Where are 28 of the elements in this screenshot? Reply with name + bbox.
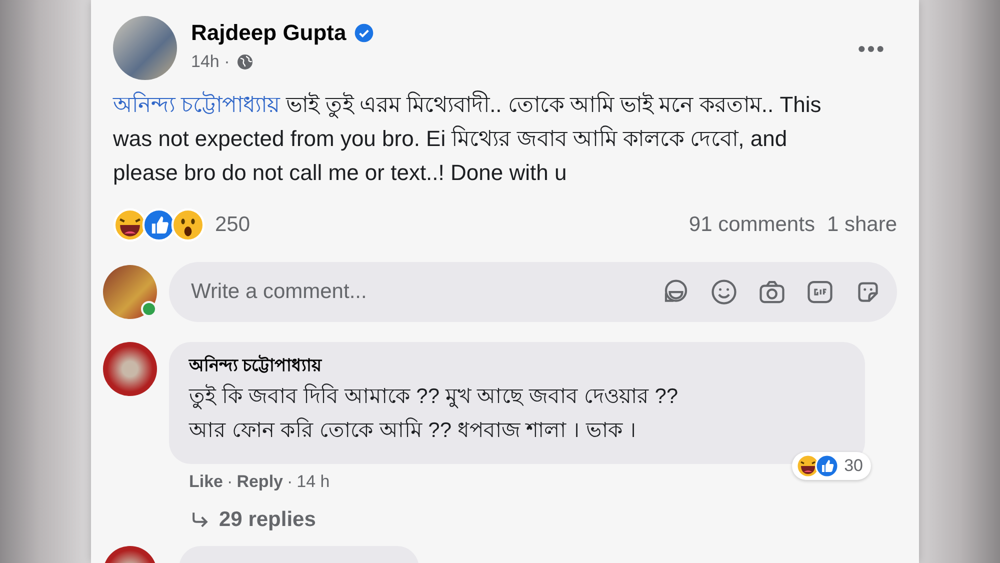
author-name[interactable]: Rajdeep Gupta xyxy=(191,20,346,46)
comment-box[interactable]: Write a comment... xyxy=(169,262,897,322)
comments-count-link[interactable]: 91 comments xyxy=(688,213,815,237)
like-link[interactable]: Like xyxy=(189,472,224,492)
reaction-count[interactable]: 250 xyxy=(215,213,250,237)
separator-dot: · xyxy=(287,472,293,492)
shares-count-link[interactable]: 1 share xyxy=(826,213,897,237)
more-options-icon[interactable] xyxy=(857,44,885,54)
post-time[interactable]: 14h · xyxy=(191,52,230,72)
view-replies-link[interactable]: 29 replies xyxy=(189,508,897,532)
mention-link[interactable]: অনিন্দ্য চট্টোপাধ্যায় xyxy=(113,92,280,117)
laughing-emoji-icon xyxy=(113,208,147,242)
post-text: অনিন্দ্য চট্টোপাধ্যায় ভাই তুই এরম মিথ্যেবাদী.. তোকে আমি ভাই মনে করতাম.. This was not expected from you bro. Ei মিথ্যের জবাব আমি কালকে দেবো, and please bro do not call me or text..! Done with u xyxy=(113,90,822,187)
commenter-name[interactable]: অনিন্দ্য চট্টোপাধ্যায় xyxy=(189,352,815,380)
thumbs-up-icon xyxy=(142,208,176,242)
user-avatar-photo xyxy=(103,265,157,319)
separator-dot: · xyxy=(227,472,233,492)
comment-text: আর ফোন করি তোকে আমি ?? ধপবাজ শালা । ভাক । xyxy=(189,416,638,444)
commenter-avatar-photo xyxy=(103,342,157,396)
comment-input-field[interactable]: Write a comment... xyxy=(189,279,661,305)
surprised-emoji-icon xyxy=(171,208,205,242)
comment-time[interactable]: 14 h xyxy=(296,472,330,492)
emoji-icon[interactable] xyxy=(709,277,739,307)
comment-text: তুই কি জবাব দিবি আমাকে ?? মুখ আছে জবাব দেওয়ার ?? xyxy=(189,382,680,412)
reply-link[interactable]: Reply xyxy=(236,472,283,492)
comment-reactions[interactable]: 30 xyxy=(792,452,871,480)
globe-icon xyxy=(236,53,254,71)
thumbs-up-icon xyxy=(815,454,840,478)
